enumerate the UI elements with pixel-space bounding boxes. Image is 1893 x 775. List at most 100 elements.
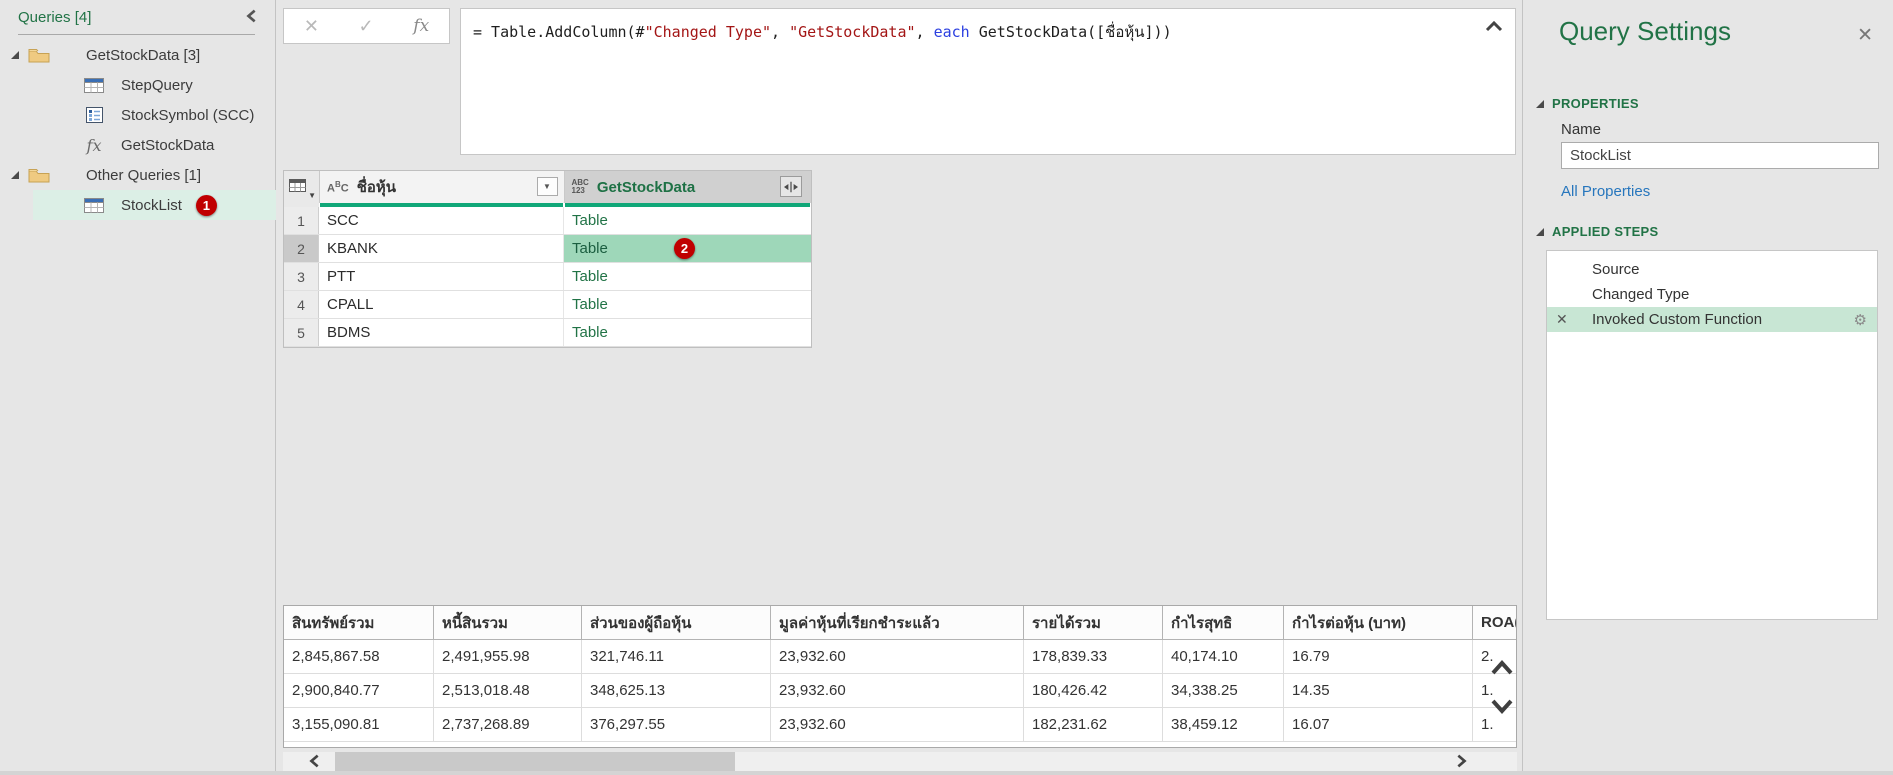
getstockdata-cell[interactable]: Table (564, 319, 811, 346)
horizontal-scrollbar[interactable] (283, 752, 1517, 772)
preview-header-row: สินทรัพย์รวม หนี้สินรวม ส่วนของผู้ถือหุ้นม… (284, 606, 1516, 640)
row-number[interactable]: 4 (284, 291, 319, 318)
step-number-badge: 1 (195, 194, 217, 216)
sidebar-item[interactable]: StockSymbol (SCC) (0, 100, 276, 130)
scroll-left-chevron-icon[interactable] (307, 753, 325, 771)
stock-name-cell[interactable]: KBANK (319, 235, 564, 262)
sidebar-item[interactable]: StockList 1 (0, 190, 276, 220)
scroll-up-chevron-icon[interactable] (1489, 658, 1515, 680)
window-bottom-edge (0, 771, 1893, 775)
stock-name-cell[interactable]: PTT (319, 263, 564, 290)
preview-column-header[interactable]: รายได้รวม (1024, 606, 1163, 639)
table-link[interactable]: Table (572, 268, 608, 285)
scroll-right-chevron-icon[interactable] (1453, 753, 1471, 771)
applied-step-label: Invoked Custom Function (1592, 311, 1763, 328)
preview-cell: 14.35 (1284, 674, 1473, 707)
scrollbar-thumb[interactable] (335, 752, 735, 772)
preview-column-header[interactable]: มูลค่าหุ้นที่เรียกชำระแล้ว (771, 606, 1024, 639)
table-row[interactable]: 3 PTT Table (284, 263, 811, 291)
column-name: GetStockData (596, 178, 696, 196)
table-row[interactable]: 1 SCC Table (284, 207, 811, 235)
table-link[interactable]: Table (572, 212, 608, 229)
column-name: ชื่อหุ้น (356, 179, 397, 196)
step-settings-gear-icon[interactable]: ⚙ (1854, 311, 1867, 329)
expand-column-button[interactable] (780, 176, 802, 197)
filter-dropdown-button[interactable]: ▼ (536, 177, 558, 196)
applied-step-item[interactable]: Source (1547, 257, 1877, 282)
preview-cell: 34,338.25 (1163, 674, 1284, 707)
formula-accept-icon[interactable]: ✓ (359, 16, 374, 37)
preview-cell: 376,297.55 (582, 708, 771, 741)
preview-column-header[interactable]: ส่วนของผู้ถือหุ้น (582, 606, 771, 639)
table-link[interactable]: Table (572, 296, 608, 313)
preview-cell: 180,426.42 (1024, 674, 1163, 707)
queries-tree: GetStockData [3] StepQuery StockSymbol (… (0, 40, 276, 220)
collapse-formula-chevron-icon[interactable] (1485, 19, 1503, 35)
formula-bar[interactable]: = Table.AddColumn(#"Changed Type", "GetS… (460, 8, 1516, 155)
table-row[interactable]: 2 KBANK Table 2 (284, 235, 811, 263)
preview-column-header[interactable]: ROA( (1473, 606, 1516, 639)
preview-column-header[interactable]: สินทรัพย์รวม (284, 606, 434, 639)
query-name-input[interactable] (1561, 142, 1879, 169)
preview-column-header[interactable]: หนี้สินรวม (434, 606, 582, 639)
sidebar-item[interactable]: fx GetStockData (0, 130, 276, 160)
formula-cancel-icon[interactable]: ✕ (304, 16, 319, 37)
query-settings-panel: Query Settings ✕ PROPERTIES Name All Pro… (1522, 0, 1893, 775)
table-icon (83, 77, 105, 93)
table-icon (83, 197, 105, 213)
preview-cell: 2,513,018.48 (434, 674, 582, 707)
properties-section-header[interactable]: PROPERTIES (1535, 96, 1639, 111)
formula-fx-icon[interactable]: fx (413, 16, 429, 36)
getstockdata-cell[interactable]: Table (564, 291, 811, 318)
name-label: Name (1561, 121, 1602, 138)
formula-text[interactable]: = Table.AddColumn(#"Changed Type", "GetS… (473, 20, 1172, 44)
row-number[interactable]: 1 (284, 207, 319, 234)
table-row[interactable]: 4 CPALL Table (284, 291, 811, 319)
preview-row: 2,900,840.77 2,513,018.48 348,625.13 23,932… (284, 674, 1516, 708)
stock-name-cell[interactable]: CPALL (319, 291, 564, 318)
parameter-icon (83, 107, 105, 123)
column-header-getstockdata[interactable]: ABC 123 GetStockData (564, 171, 811, 203)
corner-caret-icon: ▼ (308, 191, 316, 200)
delete-step-icon[interactable]: ✕ (1556, 311, 1568, 328)
queries-sidebar: Queries [4] GetStockData [3] StepQuery S… (0, 0, 276, 775)
grid-rows: 1 SCC Table 2 KBANK Table 2 3 PTT Table 4… (284, 207, 811, 347)
sidebar-item-label: StockSymbol (SCC) (121, 106, 255, 124)
power-query-editor-window: Queries [4] GetStockData [3] StepQuery S… (0, 0, 1893, 775)
preview-column-header[interactable]: กำไรต่อหุ้น (บาท) (1284, 606, 1473, 639)
table-link[interactable]: Table (572, 324, 608, 341)
panel-title: Query Settings (1559, 16, 1731, 46)
sidebar-item[interactable]: Other Queries [1] (0, 160, 276, 190)
expand-triangle-icon[interactable] (10, 170, 22, 180)
preview-cell: 2,845,867.58 (284, 640, 434, 673)
row-number[interactable]: 3 (284, 263, 319, 290)
collapse-sidebar-chevron-icon[interactable] (244, 8, 262, 26)
row-number[interactable]: 5 (284, 319, 319, 346)
all-properties-link[interactable]: All Properties (1561, 183, 1650, 200)
scroll-down-chevron-icon[interactable] (1489, 696, 1515, 718)
row-number[interactable]: 2 (284, 235, 319, 262)
applied-step-item[interactable]: ✕ Invoked Custom Function ⚙ (1547, 307, 1877, 332)
applied-step-item[interactable]: Changed Type (1547, 282, 1877, 307)
preview-cell: 182,231.62 (1024, 708, 1163, 741)
close-panel-icon[interactable]: ✕ (1857, 24, 1873, 47)
preview-cell: 40,174.10 (1163, 640, 1284, 673)
preview-column-header[interactable]: กำไรสุทธิ (1163, 606, 1284, 639)
select-all-corner-button[interactable]: ▼ (284, 171, 320, 203)
stock-name-cell[interactable]: BDMS (319, 319, 564, 346)
sidebar-item[interactable]: GetStockData [3] (0, 40, 276, 70)
editor-main-area: ✕ ✓ fx = Table.AddColumn(#"Changed Type"… (277, 0, 1522, 775)
getstockdata-cell[interactable]: Table 2 (564, 235, 811, 262)
expand-triangle-icon[interactable] (10, 50, 22, 60)
getstockdata-cell[interactable]: Table (564, 207, 811, 234)
getstockdata-cell[interactable]: Table (564, 263, 811, 290)
table-preview-pane: สินทรัพย์รวม หนี้สินรวม ส่วนของผู้ถือหุ้นม… (283, 605, 1517, 748)
preview-cell: 23,932.60 (771, 674, 1024, 707)
text-type-icon: ABC (327, 179, 349, 195)
table-row[interactable]: 5 BDMS Table (284, 319, 811, 347)
sidebar-item[interactable]: StepQuery (0, 70, 276, 100)
table-link[interactable]: Table (572, 240, 608, 257)
stock-name-cell[interactable]: SCC (319, 207, 564, 234)
applied-steps-section-header[interactable]: APPLIED STEPS (1535, 224, 1658, 239)
column-header-stock-name[interactable]: ABC ชื่อหุ้น ▼ (320, 171, 565, 203)
